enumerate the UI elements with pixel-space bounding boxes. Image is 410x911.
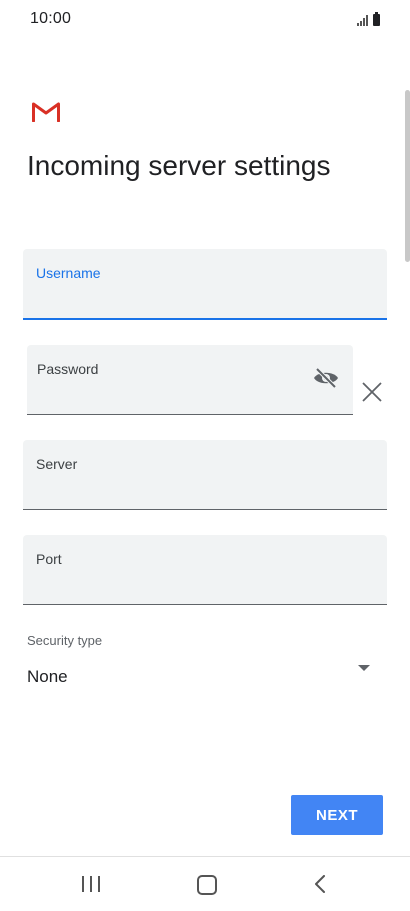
password-input[interactable] <box>37 388 303 406</box>
scrollbar[interactable] <box>405 90 410 262</box>
username-field[interactable]: Username <box>23 249 387 320</box>
gmail-logo-icon <box>32 102 60 122</box>
password-field[interactable]: Password <box>27 345 353 415</box>
nav-bar <box>0 856 410 911</box>
signal-icon <box>357 15 368 26</box>
port-field[interactable]: Port <box>23 535 387 605</box>
server-field[interactable]: Server <box>23 440 387 510</box>
security-type-value[interactable]: None <box>27 667 68 687</box>
status-bar: 10:00 <box>0 0 410 38</box>
security-type-label: Security type <box>27 633 103 648</box>
recents-icon[interactable] <box>82 876 100 892</box>
server-input[interactable] <box>36 483 340 501</box>
close-icon[interactable] <box>361 381 383 403</box>
next-button[interactable]: NEXT <box>291 795 383 835</box>
username-input[interactable] <box>36 292 340 310</box>
port-input[interactable] <box>36 578 340 596</box>
password-label: Password <box>37 361 99 377</box>
dropdown-arrow-icon[interactable] <box>357 664 371 672</box>
status-time: 10:00 <box>30 10 72 27</box>
server-label: Server <box>36 456 78 472</box>
battery-icon <box>373 12 380 26</box>
status-icons <box>357 12 380 26</box>
username-label: Username <box>36 265 101 281</box>
page-title: Incoming server settings <box>27 150 331 181</box>
visibility-off-icon[interactable] <box>313 367 339 389</box>
back-icon[interactable] <box>313 875 327 893</box>
port-label: Port <box>36 551 62 567</box>
home-icon[interactable] <box>197 875 217 895</box>
